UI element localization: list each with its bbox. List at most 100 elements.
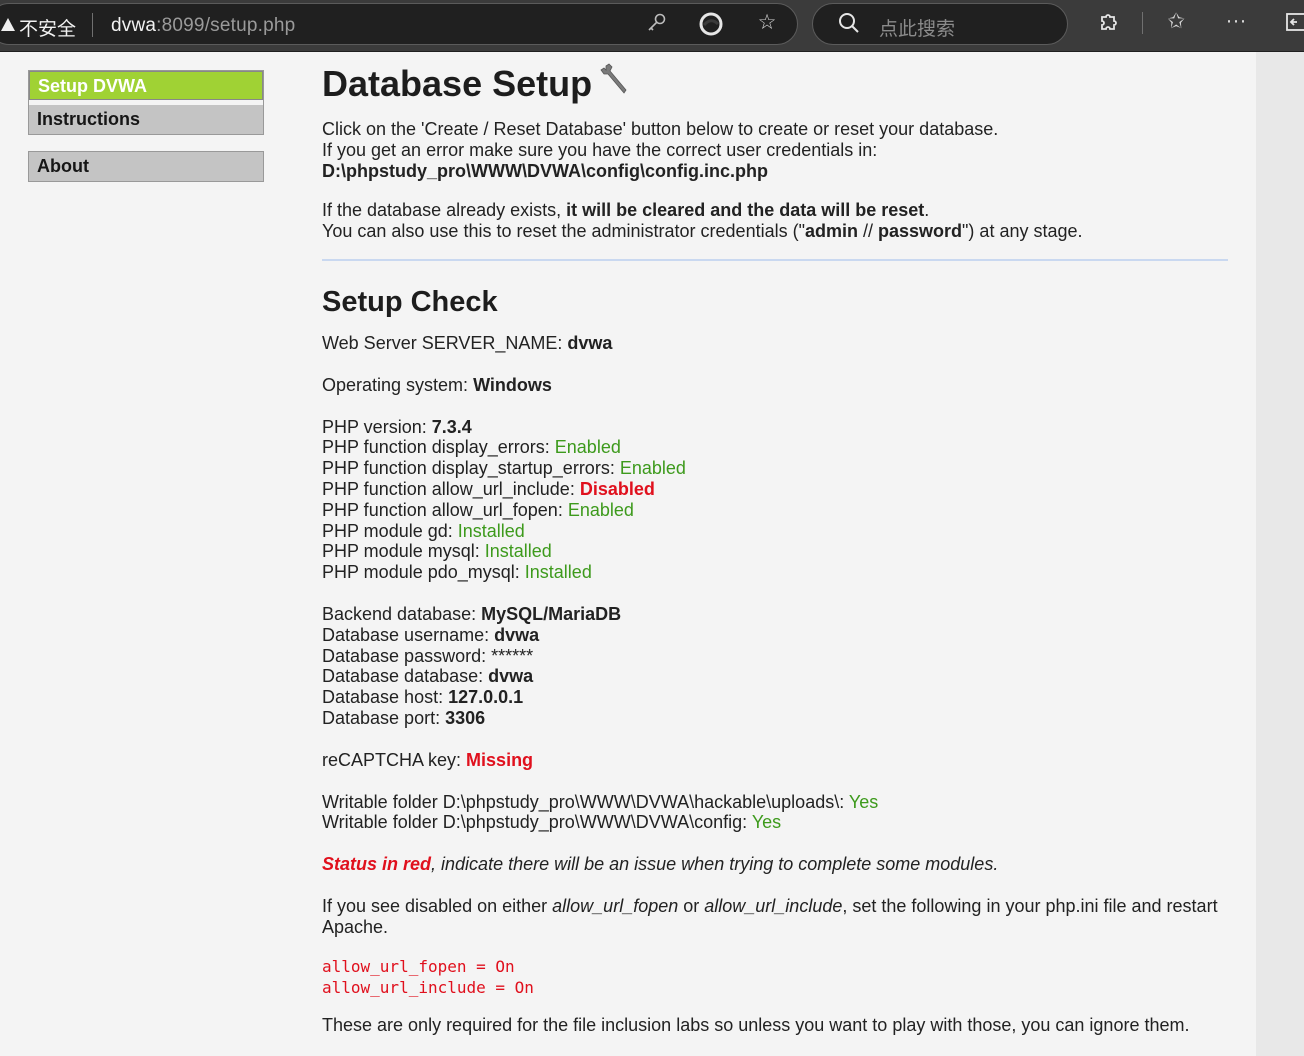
writable-value: Yes xyxy=(848,791,879,812)
favorites-icon[interactable]: ✩ xyxy=(1162,10,1190,38)
recaptcha-value: Missing xyxy=(466,749,534,770)
wrench-icon xyxy=(600,62,630,104)
db-info-label: Database username: xyxy=(322,624,495,645)
search-placeholder: 点此搜索 xyxy=(879,19,956,40)
edge-icon[interactable] xyxy=(697,11,725,39)
php-check-row: PHP function display_startup_errors: Ena… xyxy=(322,458,1228,479)
db-info-value: 127.0.0.1 xyxy=(448,687,524,708)
php-check-value: Disabled xyxy=(579,478,655,499)
search-icon xyxy=(835,11,863,39)
menu-item-instructions[interactable]: Instructions xyxy=(29,100,263,134)
db-info-row: Database username: dvwa xyxy=(322,625,1228,646)
disabled-note: If you see disabled on either allow_url_… xyxy=(322,896,1228,938)
db-info-value: ****** xyxy=(491,645,534,666)
writable-row: Writable folder D:\phpstudy_pro\WWW\DVWA… xyxy=(322,792,1228,813)
server-name-value: dvwa xyxy=(567,332,613,353)
db-info-value: dvwa xyxy=(494,624,540,645)
intro-line-1: Click on the 'Create / Reset Database' b… xyxy=(322,119,999,139)
db-info-label: Database database: xyxy=(322,666,489,687)
url-path: :8099/setup.php xyxy=(156,15,296,36)
ini-line-2: allow_url_include = On xyxy=(322,977,534,997)
reset-user: admin xyxy=(804,221,858,242)
php-check-value: Enabled xyxy=(567,499,634,520)
db-info-value: MySQL/MariaDB xyxy=(481,603,622,624)
php-check-label: PHP function display_startup_errors: xyxy=(322,458,620,479)
php-check-value: Enabled xyxy=(619,458,686,479)
disabled-pre: If you see disabled on either xyxy=(322,895,553,916)
reset-mid: // xyxy=(858,221,879,242)
address-divider xyxy=(92,13,93,37)
php-check-label: PHP module gd: xyxy=(322,520,458,541)
address-bar[interactable]: 不安全 dvwa:8099/setup.php ☆ xyxy=(0,3,798,45)
server-name-label: Web Server SERVER_NAME: xyxy=(322,332,568,353)
recaptcha-label: reCAPTCHA key: xyxy=(322,749,467,770)
php-check-label: PHP function allow_url_include: xyxy=(322,478,580,499)
db-info-label: Database port: xyxy=(322,707,446,728)
main-content: Database Setup Click on the 'Create / Re… xyxy=(322,52,1228,1035)
php-check-value: Enabled xyxy=(554,437,621,458)
db-info-label: Backend database: xyxy=(322,603,482,624)
page-scrollbar[interactable] xyxy=(1256,52,1304,1056)
status-note-rest: , indicate there will be an issue when t… xyxy=(431,854,999,875)
db-info-value: dvwa xyxy=(488,666,534,687)
intro-line-2: If you get an error make sure you have t… xyxy=(322,139,878,160)
writable-label: Writable folder D:\phpstudy_pro\WWW\DVWA… xyxy=(322,791,849,812)
menu-block-secondary: About xyxy=(28,151,264,182)
php-check-label: PHP module mysql: xyxy=(322,541,485,562)
main-menu: Setup DVWA Instructions About xyxy=(28,70,264,182)
reset-post: ") at any stage. xyxy=(962,221,1083,242)
php-check-row: PHP function allow_url_include: Disabled xyxy=(322,479,1228,500)
page-body: Setup DVWA Instructions About Database S… xyxy=(0,52,1256,1056)
os-label: Operating system: xyxy=(322,374,474,395)
writable-value: Yes xyxy=(751,812,782,833)
favorite-star-icon[interactable]: ☆ xyxy=(753,11,781,39)
php-check-row: PHP module mysql: Installed xyxy=(322,541,1228,562)
php-check-row: PHP function display_errors: Enabled xyxy=(322,437,1228,458)
php-check-label: PHP function display_errors: xyxy=(322,437,555,458)
php-check-label: PHP function allow_url_fopen: xyxy=(322,499,568,520)
status-note-red: Status in red xyxy=(322,854,432,875)
os-value: Windows xyxy=(473,374,552,395)
url-text[interactable]: dvwa:8099/setup.php xyxy=(111,15,295,37)
php-check-value: Installed xyxy=(484,541,552,562)
insecure-label[interactable]: 不安全 xyxy=(19,14,76,41)
disabled-opt2: allow_url_include xyxy=(704,895,843,916)
writable-row: Writable folder D:\phpstudy_pro\WWW\DVWA… xyxy=(322,812,1228,833)
page-title: Database Setup xyxy=(322,62,1228,104)
status-note: Status in red, indicate there will be an… xyxy=(322,854,1228,875)
ini-line-1: allow_url_fopen = On xyxy=(322,956,515,976)
db-info-label: Database host: xyxy=(322,687,449,708)
toolbar-divider xyxy=(1142,12,1143,34)
disabled-mid: or xyxy=(678,895,705,916)
exists-bold: it will be cleared and the data will be … xyxy=(566,200,925,221)
warning-icon xyxy=(1,18,15,31)
db-info-value: 3306 xyxy=(445,707,486,728)
menu-block-primary: Setup DVWA Instructions xyxy=(28,70,264,135)
php-check-row: PHP module gd: Installed xyxy=(322,521,1228,542)
writable-label: Writable folder D:\phpstudy_pro\WWW\DVWA… xyxy=(322,812,752,833)
php-check-row: PHP function allow_url_fopen: Enabled xyxy=(322,500,1228,521)
php-version-value: 7.3.4 xyxy=(431,416,472,437)
recaptcha-row: reCAPTCHA key: Missing xyxy=(322,750,1228,771)
menu-item-setup-dvwa[interactable]: Setup DVWA xyxy=(29,71,263,100)
setup-check-title: Setup Check xyxy=(322,285,498,318)
extensions-icon[interactable] xyxy=(1094,11,1122,39)
url-host: dvwa xyxy=(111,15,157,36)
php-check-row: PHP module pdo_mysql: Installed xyxy=(322,562,1228,583)
key-icon[interactable] xyxy=(643,11,671,39)
server-name-row: Web Server SERVER_NAME: dvwa xyxy=(322,333,1228,354)
footer-note: These are only required for the file inc… xyxy=(322,1014,1190,1035)
page-title-text: Database Setup xyxy=(322,63,593,104)
search-box[interactable]: 点此搜索 xyxy=(812,3,1068,45)
disabled-opt1: allow_url_fopen xyxy=(552,895,679,916)
db-info-label: Database password: xyxy=(322,645,492,666)
os-row: Operating system: Windows xyxy=(322,375,1228,396)
php-version-label: PHP version: xyxy=(322,416,432,437)
more-menu-icon[interactable]: ··· xyxy=(1222,9,1250,37)
sidebar-toggle-icon[interactable] xyxy=(1282,11,1304,39)
php-check-label: PHP module pdo_mysql: xyxy=(322,562,525,583)
reset-pre: You can also use this to reset the admin… xyxy=(322,221,805,242)
menu-item-about[interactable]: About xyxy=(29,152,263,181)
db-info-row: Backend database: MySQL/MariaDB xyxy=(322,604,1228,625)
db-info-row: Database host: 127.0.0.1 xyxy=(322,687,1228,708)
